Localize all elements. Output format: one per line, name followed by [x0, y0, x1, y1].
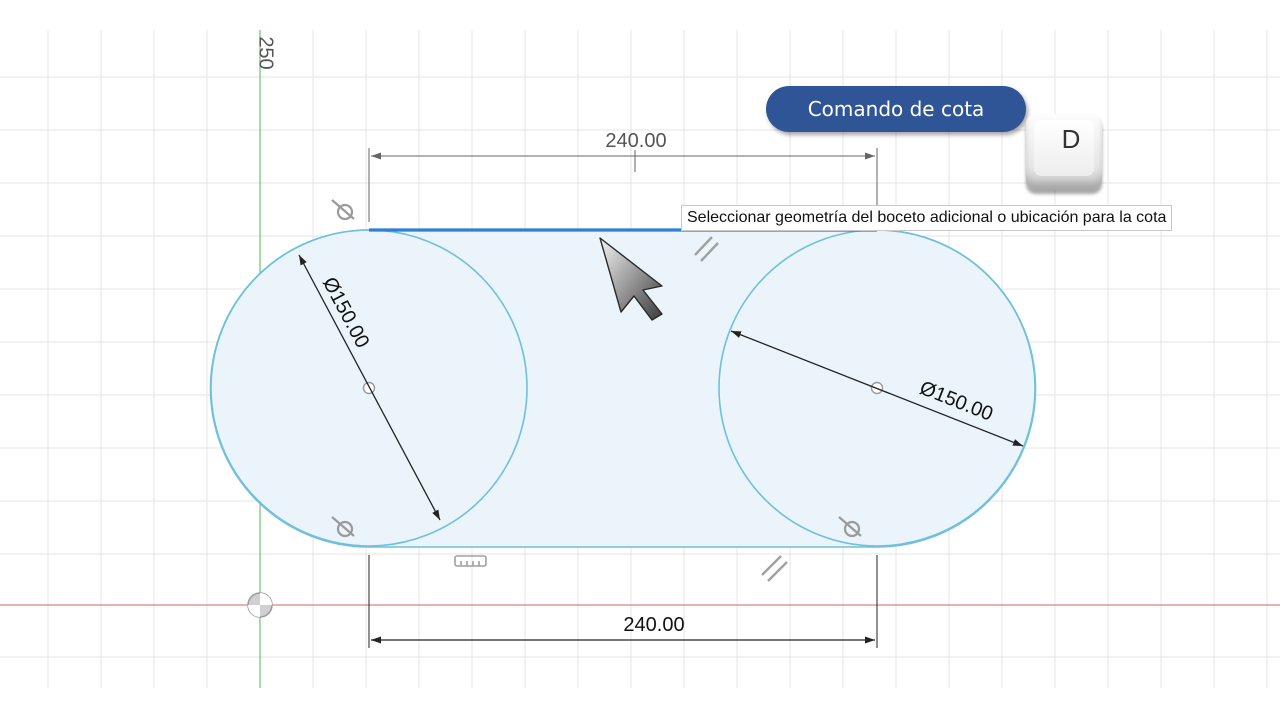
bottom-dimension-label[interactable]: 240.00	[623, 614, 684, 636]
command-badge-label: Comando de cota	[807, 97, 985, 121]
command-tooltip: Seleccionar geometría del boceto adicion…	[681, 205, 1173, 231]
tooltip-text: Seleccionar geometría del boceto adicion…	[687, 209, 1167, 226]
horizontal-constraint-icon[interactable]	[454, 555, 487, 567]
origin-point-icon[interactable]	[247, 592, 273, 618]
y-axis-label-250: 250	[255, 36, 277, 69]
command-badge: Comando de cota	[766, 86, 1026, 132]
top-dimension-label[interactable]: 240.00	[605, 130, 666, 152]
keyboard-key-label: D	[1034, 120, 1094, 176]
left-center-point[interactable]	[362, 381, 376, 395]
tangent-constraint-icon[interactable]	[331, 199, 355, 221]
keyboard-key-icon: D	[1026, 114, 1102, 190]
parallel-constraint-icon[interactable]	[761, 555, 788, 582]
sketch-canvas[interactable]: 250 125 Ø150.00 Ø150.00 240.00 240.00	[0, 0, 1280, 720]
